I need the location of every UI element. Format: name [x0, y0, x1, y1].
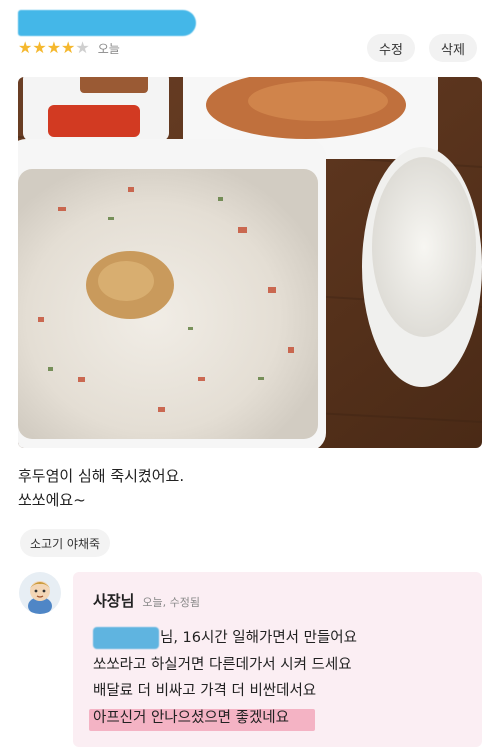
reply-meta: 오늘, 수정됨 [142, 596, 200, 609]
menu-tag[interactable]: 소고기 야채죽 [20, 529, 111, 557]
porridge-photo-image [18, 77, 482, 448]
reply-header: 사장님 오늘, 수정됨 [93, 590, 200, 611]
review-body: 후두염이 심해 죽시켰어요. 쏘쏘에요~ [18, 464, 482, 512]
review-line: 쏘쏘에요~ [18, 491, 86, 509]
star-icon: ★ [18, 38, 33, 57]
reply-line-text: 님, 16시간 일해가면서 만들어요 [160, 630, 357, 646]
reply-line: 님, 16시간 일해가면서 만들어요 [93, 625, 473, 652]
reply-line-text: 아프신거 안나으셨으면 좋겠네요 [93, 709, 289, 726]
owner-reply: 사장님 오늘, 수정됨 님, 16시간 일해가면서 만들어요 쏘쏘라고 하실거면… [73, 572, 482, 747]
reply-body: 님, 16시간 일해가면서 만들어요 쏘쏘라고 하실거면 다른데가서 시켜 드세… [89, 625, 473, 732]
redacted-customer-name [93, 627, 159, 650]
review-photo[interactable] [18, 77, 482, 448]
reply-line-highlighted: 아프신거 안나으셨으면 좋겠네요 [89, 705, 473, 732]
review-date: 오늘 [97, 41, 120, 56]
star-icon: ★ [46, 38, 62, 57]
owner-avatar-icon [19, 572, 61, 614]
highlight-mark: 아프신거 안나으셨으면 좋겠네요 [89, 705, 315, 732]
star-empty-icon: ★ [75, 38, 90, 57]
delete-button[interactable]: 삭제 [429, 34, 477, 62]
reply-line: 배달료 더 비싸고 가격 더 비싼데서요 [93, 683, 317, 699]
review-line: 후두염이 심해 죽시켰어요. [18, 467, 185, 485]
redacted-username [18, 10, 196, 36]
owner-avatar [19, 572, 61, 614]
reply-line: 쏘쏘라고 하실거면 다른데가서 시켜 드세요 [93, 656, 352, 673]
rating-row: ★ ★ ★ ★ ★ 오늘 [18, 38, 120, 58]
star-icon: ★ [61, 38, 76, 57]
star-icon: ★ [32, 38, 47, 57]
edit-button[interactable]: 수정 [367, 34, 415, 62]
reply-author: 사장님 [93, 592, 135, 610]
